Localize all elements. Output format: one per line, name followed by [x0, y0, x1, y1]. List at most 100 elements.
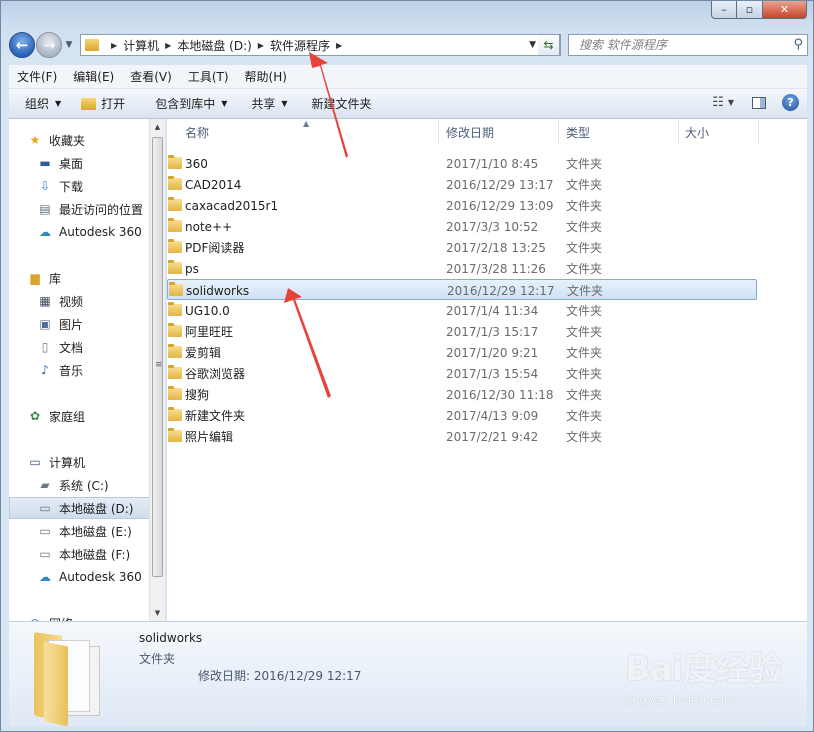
search-icon[interactable]: ⚲: [793, 37, 803, 52]
file-row[interactable]: 360 2017/1/10 8:45 文件夹: [167, 153, 757, 174]
file-date: 2017/4/13 9:09: [446, 408, 539, 423]
file-type: 文件夹: [566, 409, 603, 423]
chevron-down-icon[interactable]: ▼: [728, 98, 734, 107]
file-row[interactable]: note++ 2017/3/3 10:52 文件夹: [167, 216, 757, 237]
file-name: 照片编辑: [185, 430, 234, 444]
file-date: 2017/1/3 15:54: [446, 366, 539, 381]
nav-item-label: 本地磁盘 (D:): [59, 501, 134, 516]
nav-item-music[interactable]: ♪ 音乐: [9, 359, 155, 381]
music-icon: ♪: [41, 363, 49, 377]
address-history-dropdown[interactable]: ▼: [529, 40, 536, 50]
nav-item-drive-f[interactable]: ▭ 本地磁盘 (F:): [9, 543, 155, 565]
nav-item-drive-d[interactable]: ▭ 本地磁盘 (D:): [9, 497, 155, 519]
nav-item-label: Autodesk 360: [59, 570, 142, 584]
file-row[interactable]: UG10.0 2017/1/4 11:34 文件夹: [167, 300, 757, 321]
nav-computer-label: 计算机: [49, 455, 86, 470]
nav-item-label: 图片: [59, 317, 84, 332]
nav-item-documents[interactable]: ▯ 文档: [9, 336, 155, 358]
file-date: 2017/2/21 9:42: [446, 429, 539, 444]
column-header-size[interactable]: 大小: [679, 119, 759, 145]
nav-item-pictures[interactable]: ▣ 图片: [9, 313, 155, 335]
refresh-button[interactable]: ⇆: [538, 34, 560, 56]
file-row[interactable]: PDF阅读器 2017/2/18 13:25 文件夹: [167, 237, 757, 258]
column-header-date[interactable]: 修改日期: [439, 119, 559, 145]
chevron-right-icon[interactable]: ▶: [336, 41, 342, 50]
chevron-right-icon[interactable]: ▶: [111, 41, 117, 50]
nav-network[interactable]: ◉ 网络: [9, 612, 155, 621]
scroll-down-icon[interactable]: ▼: [150, 605, 165, 621]
drive-icon: ▭: [39, 547, 51, 561]
file-row[interactable]: 照片编辑 2017/2/21 9:42 文件夹: [167, 426, 757, 447]
breadcrumb-current-folder[interactable]: 软件源程序: [270, 37, 330, 54]
file-type: 文件夹: [566, 367, 603, 381]
file-row[interactable]: 爱剪辑 2017/1/20 9:21 文件夹: [167, 342, 757, 363]
nav-item-label: Autodesk 360: [59, 225, 142, 239]
file-row[interactable]: caxacad2015r1 2016/12/29 13:09 文件夹: [167, 195, 757, 216]
details-item-type: 文件夹: [139, 652, 176, 666]
menu-edit[interactable]: 编辑(E): [65, 68, 122, 85]
close-button[interactable]: ✕: [763, 1, 807, 19]
forward-button[interactable]: →: [36, 32, 62, 58]
nav-item-label: 本地磁盘 (E:): [59, 524, 132, 539]
scroll-up-icon[interactable]: ▲: [150, 119, 165, 135]
file-row[interactable]: 搜狗 2016/12/30 11:18 文件夹: [167, 384, 757, 405]
nav-item-autodesk360[interactable]: ☁ Autodesk 360: [9, 221, 155, 243]
search-box[interactable]: ⚲: [568, 34, 808, 56]
column-header-label: 名称: [185, 125, 210, 140]
file-type: 文件夹: [566, 325, 603, 339]
breadcrumb-drive-d[interactable]: 本地磁盘 (D:): [177, 37, 251, 54]
nav-item-recent[interactable]: ▤ 最近访问的位置: [9, 198, 155, 220]
maximize-button[interactable]: ▫: [737, 1, 763, 19]
column-header-type[interactable]: 类型: [559, 119, 679, 145]
include-in-library-button[interactable]: 包含到库中 ▼: [135, 89, 237, 118]
nav-computer[interactable]: ▭ 计算机: [9, 451, 155, 473]
nav-item-downloads[interactable]: ⇩ 下载: [9, 175, 155, 197]
help-icon[interactable]: ?: [782, 94, 799, 111]
new-folder-button[interactable]: 新建文件夹: [298, 89, 382, 118]
menu-view[interactable]: 查看(V): [122, 68, 180, 85]
nav-homegroup[interactable]: ✿ 家庭组: [9, 405, 155, 427]
minimize-button[interactable]: –: [711, 1, 737, 19]
nav-item-autodesk360-computer[interactable]: ☁ Autodesk 360: [9, 566, 155, 588]
chevron-right-icon[interactable]: ▶: [258, 41, 264, 50]
file-row[interactable]: 谷歌浏览器 2017/1/3 15:54 文件夹: [167, 363, 757, 384]
share-button[interactable]: 共享 ▼: [237, 89, 297, 118]
nav-item-videos[interactable]: ▦ 视频: [9, 290, 155, 312]
file-row[interactable]: CAD2014 2016/12/29 13:17 文件夹: [167, 174, 757, 195]
preview-pane-icon[interactable]: [752, 96, 766, 109]
new-folder-label: 新建文件夹: [311, 97, 372, 111]
organize-button[interactable]: 组织 ▼: [9, 89, 71, 118]
nav-item-drive-c[interactable]: ▰ 系统 (C:): [9, 474, 155, 496]
file-row[interactable]: solidworks 2016/12/29 12:17 文件夹: [167, 279, 757, 300]
menu-help[interactable]: 帮助(H): [237, 68, 295, 85]
address-bar[interactable]: ▶ 计算机 ▶ 本地磁盘 (D:) ▶ 软件源程序 ▶ ▼: [80, 34, 561, 56]
navigation-pane-scrollbar[interactable]: ▲ ≡ ▼: [149, 119, 165, 621]
file-row[interactable]: 新建文件夹 2017/4/13 9:09 文件夹: [167, 405, 757, 426]
menu-tools[interactable]: 工具(T): [180, 68, 237, 85]
recent-pages-dropdown[interactable]: ▼: [63, 40, 75, 50]
file-name: 谷歌浏览器: [185, 367, 246, 381]
file-date: 2017/1/4 11:34: [446, 303, 539, 318]
nav-item-drive-e[interactable]: ▭ 本地磁盘 (E:): [9, 520, 155, 542]
drive-icon: ▭: [39, 524, 51, 538]
nav-libraries[interactable]: ▆ 库: [9, 267, 155, 289]
chevron-right-icon[interactable]: ▶: [165, 41, 171, 50]
scroll-thumb[interactable]: ≡: [152, 137, 163, 577]
nav-item-desktop[interactable]: ▬ 桌面: [9, 152, 155, 174]
file-date: 2017/1/3 15:17: [446, 324, 539, 339]
breadcrumb-computer[interactable]: 计算机: [123, 37, 159, 54]
file-type: 文件夹: [566, 178, 603, 192]
change-view-icon[interactable]: ☷: [712, 95, 724, 110]
open-button[interactable]: 打开: [71, 89, 135, 118]
menu-file[interactable]: 文件(F): [9, 68, 65, 85]
large-folder-icon: [34, 630, 104, 727]
nav-favorites[interactable]: ★ 收藏夹: [9, 129, 155, 151]
file-row[interactable]: ps 2017/3/28 11:26 文件夹: [167, 258, 757, 279]
column-header-name[interactable]: 名称: [167, 119, 439, 145]
file-row[interactable]: 阿里旺旺 2017/1/3 15:17 文件夹: [167, 321, 757, 342]
search-input[interactable]: [579, 38, 779, 52]
open-folder-icon: [81, 97, 97, 110]
file-date: 2016/12/30 11:18: [446, 387, 554, 402]
nav-libraries-label: 库: [49, 271, 62, 286]
back-button[interactable]: ←: [9, 32, 35, 58]
